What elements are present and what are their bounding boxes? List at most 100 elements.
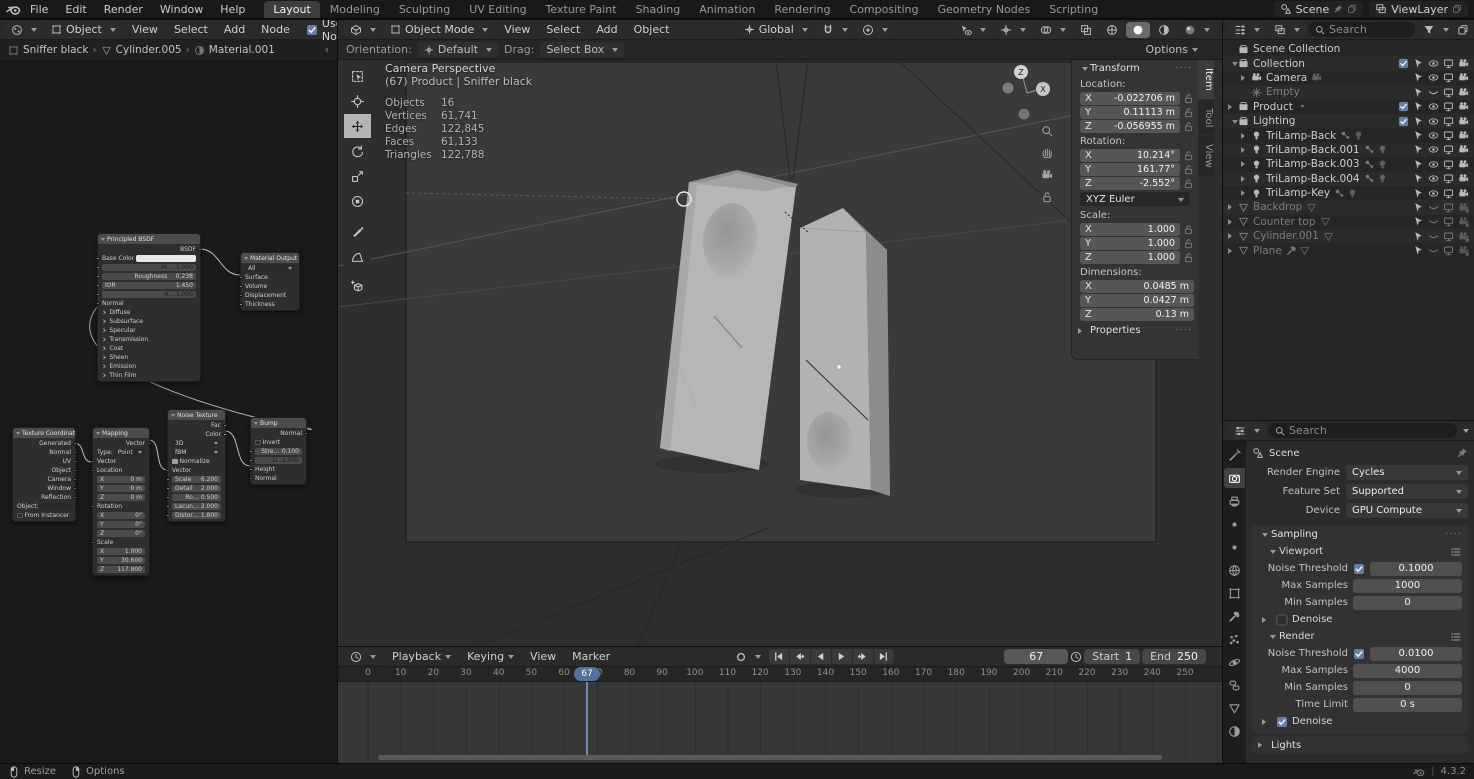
field-z-0-13-m[interactable]: Z0.13 m [1080, 308, 1194, 321]
horizontal-scrollbar[interactable] [378, 755, 1162, 760]
max-samples-field[interactable]: 1000 [1353, 579, 1462, 593]
node-param-normal[interactable]: Normal [13, 448, 75, 457]
editor-type-button[interactable] [1228, 22, 1266, 38]
device-dropdown[interactable]: GPU Compute [1346, 503, 1468, 518]
lock-open-icon[interactable] [1183, 164, 1194, 175]
node-param-x[interactable]: X0° [93, 511, 149, 520]
hide-in-viewport-icon[interactable] [1428, 58, 1439, 69]
hide-in-viewport-icon[interactable] [1428, 188, 1439, 199]
socket-icon[interactable] [239, 285, 243, 289]
socket-icon[interactable] [166, 487, 170, 491]
node-param-thin-film[interactable]: Thin Film [98, 371, 200, 380]
socket-icon[interactable] [96, 275, 100, 279]
noise-threshold-field[interactable]: 0.1000 [1370, 562, 1462, 576]
node-param-uv[interactable]: UV [13, 457, 75, 466]
frame-tick-140[interactable]: 140 [814, 668, 838, 678]
outliner-row-plane[interactable]: Plane [1223, 243, 1474, 257]
disable-in-render-icon[interactable] [1458, 173, 1469, 184]
node-param-displacement[interactable]: Displacement [241, 291, 299, 300]
checkbox-checked-icon[interactable] [1398, 58, 1409, 69]
editor-type-button[interactable] [1228, 423, 1266, 439]
node-param-type[interactable]: Type:Point [93, 448, 149, 457]
node-param-vector[interactable]: Vector [93, 439, 149, 448]
node-param-normal[interactable]: Normal [251, 474, 306, 483]
node-param-camera[interactable]: Camera [13, 475, 75, 484]
breadcrumb-material[interactable]: Material.001 [209, 44, 275, 56]
node-param-reflection[interactable]: Reflection [13, 493, 75, 502]
workspace-tab-uv-editing[interactable]: UV Editing [460, 1, 535, 18]
current-frame-field[interactable]: 67 [1004, 649, 1068, 664]
properties-tab-output[interactable] [1224, 491, 1245, 511]
selectability-icon[interactable] [1413, 173, 1424, 184]
menu-playback[interactable]: Playback [384, 649, 459, 664]
socket-icon[interactable] [96, 302, 100, 306]
disable-in-viewport-icon[interactable] [1443, 58, 1454, 69]
disable-in-viewport-icon[interactable] [1443, 245, 1454, 256]
node-param-strength[interactable]: Strength0.100 [251, 447, 306, 456]
outliner-row-camera[interactable]: Camera [1223, 71, 1474, 85]
time-limit-field[interactable]: 0 s [1353, 698, 1462, 712]
node-param-distortion[interactable]: Distortion1.800 [168, 511, 225, 520]
properties-tab-modifiers[interactable] [1224, 606, 1245, 626]
hide-in-viewport-icon[interactable] [1428, 231, 1439, 242]
frame-tick-150[interactable]: 150 [846, 668, 870, 678]
node-param-z[interactable]: Z0 m [93, 493, 149, 502]
properties-tab-constraints[interactable] [1224, 675, 1245, 695]
hide-in-viewport-icon[interactable] [1428, 116, 1439, 127]
start-frame-field[interactable]: Start1 [1084, 649, 1140, 664]
menu-help[interactable]: Help [212, 2, 253, 17]
node-param-generated[interactable]: Generated [13, 439, 75, 448]
render-denoise-toggle[interactable]: Denoise [1252, 713, 1468, 730]
disable-in-viewport-icon[interactable] [1443, 72, 1454, 83]
field-z-1-000[interactable]: Z1.000 [1080, 251, 1180, 264]
socket-icon[interactable] [73, 496, 77, 500]
menu-render[interactable]: Render [96, 2, 151, 17]
frame-tick-240[interactable]: 240 [1140, 668, 1164, 678]
disable-in-render-icon[interactable] [1458, 87, 1469, 98]
menu-edit[interactable]: Edit [57, 2, 94, 17]
node-param-detail[interactable]: Detail2.000 [168, 484, 225, 493]
node-param-distance[interactable]: Distance1.000 [251, 456, 306, 465]
frame-tick-110[interactable]: 110 [715, 668, 739, 678]
node-param-normal[interactable]: Normal [98, 299, 200, 308]
selectability-icon[interactable] [1413, 159, 1424, 170]
outliner-row-product[interactable]: Product [1223, 100, 1474, 114]
node-param-transmission[interactable]: Transmission [98, 335, 200, 344]
sidebar-tab-item[interactable]: Item [1198, 60, 1214, 99]
proportional-edit-button[interactable] [856, 22, 894, 38]
disable-in-viewport-icon[interactable] [1443, 101, 1454, 112]
properties-tab-tool[interactable] [1224, 445, 1245, 465]
node-param-vector[interactable]: Vector [168, 466, 225, 475]
disable-in-viewport-icon[interactable] [1443, 231, 1454, 242]
jump-start-button[interactable] [769, 649, 789, 664]
checkbox-checked-icon[interactable] [1398, 116, 1409, 127]
lock-open-icon[interactable] [1183, 252, 1194, 263]
menu-add[interactable]: Add [216, 22, 253, 37]
frame-tick-230[interactable]: 230 [1108, 668, 1132, 678]
disable-in-viewport-icon[interactable] [1443, 173, 1454, 184]
node-param-color[interactable]: Color [168, 430, 225, 439]
field-y-1-000[interactable]: Y1.000 [1080, 237, 1180, 250]
selectability-icon[interactable] [1413, 202, 1424, 213]
socket-icon[interactable] [249, 468, 253, 472]
breadcrumb-object[interactable]: Sniffer black [23, 44, 88, 56]
frame-tick-170[interactable]: 170 [912, 668, 936, 678]
checkbox-empty-icon[interactable] [1276, 614, 1288, 626]
shading-rendered-button[interactable] [1178, 22, 1216, 38]
node-param-normalize[interactable]: Normalize [168, 457, 225, 466]
socket-icon[interactable] [166, 505, 170, 509]
node-noise-texture[interactable]: Noise Texture FacColor3DfBMNormalizeVect… [167, 409, 226, 522]
disable-in-render-icon[interactable] [1458, 216, 1469, 227]
hide-in-viewport-icon[interactable] [1428, 245, 1439, 256]
node-param-ior[interactable]: IOR1.450 [98, 281, 200, 290]
preset-icon[interactable] [1450, 546, 1462, 558]
workspace-tab-geometry-nodes[interactable]: Geometry Nodes [928, 1, 1039, 18]
socket-icon[interactable] [223, 424, 227, 428]
field-x-0-022706-m[interactable]: X-0.022706 m [1080, 92, 1180, 105]
shading-solid-button[interactable] [1126, 22, 1150, 38]
frame-tick-160[interactable]: 160 [879, 668, 903, 678]
node-param-surface[interactable]: Surface [241, 273, 299, 282]
node-param-object[interactable]: Object: [13, 502, 75, 511]
disable-in-viewport-icon[interactable] [1443, 116, 1454, 127]
selectability-icon[interactable] [1413, 116, 1424, 127]
